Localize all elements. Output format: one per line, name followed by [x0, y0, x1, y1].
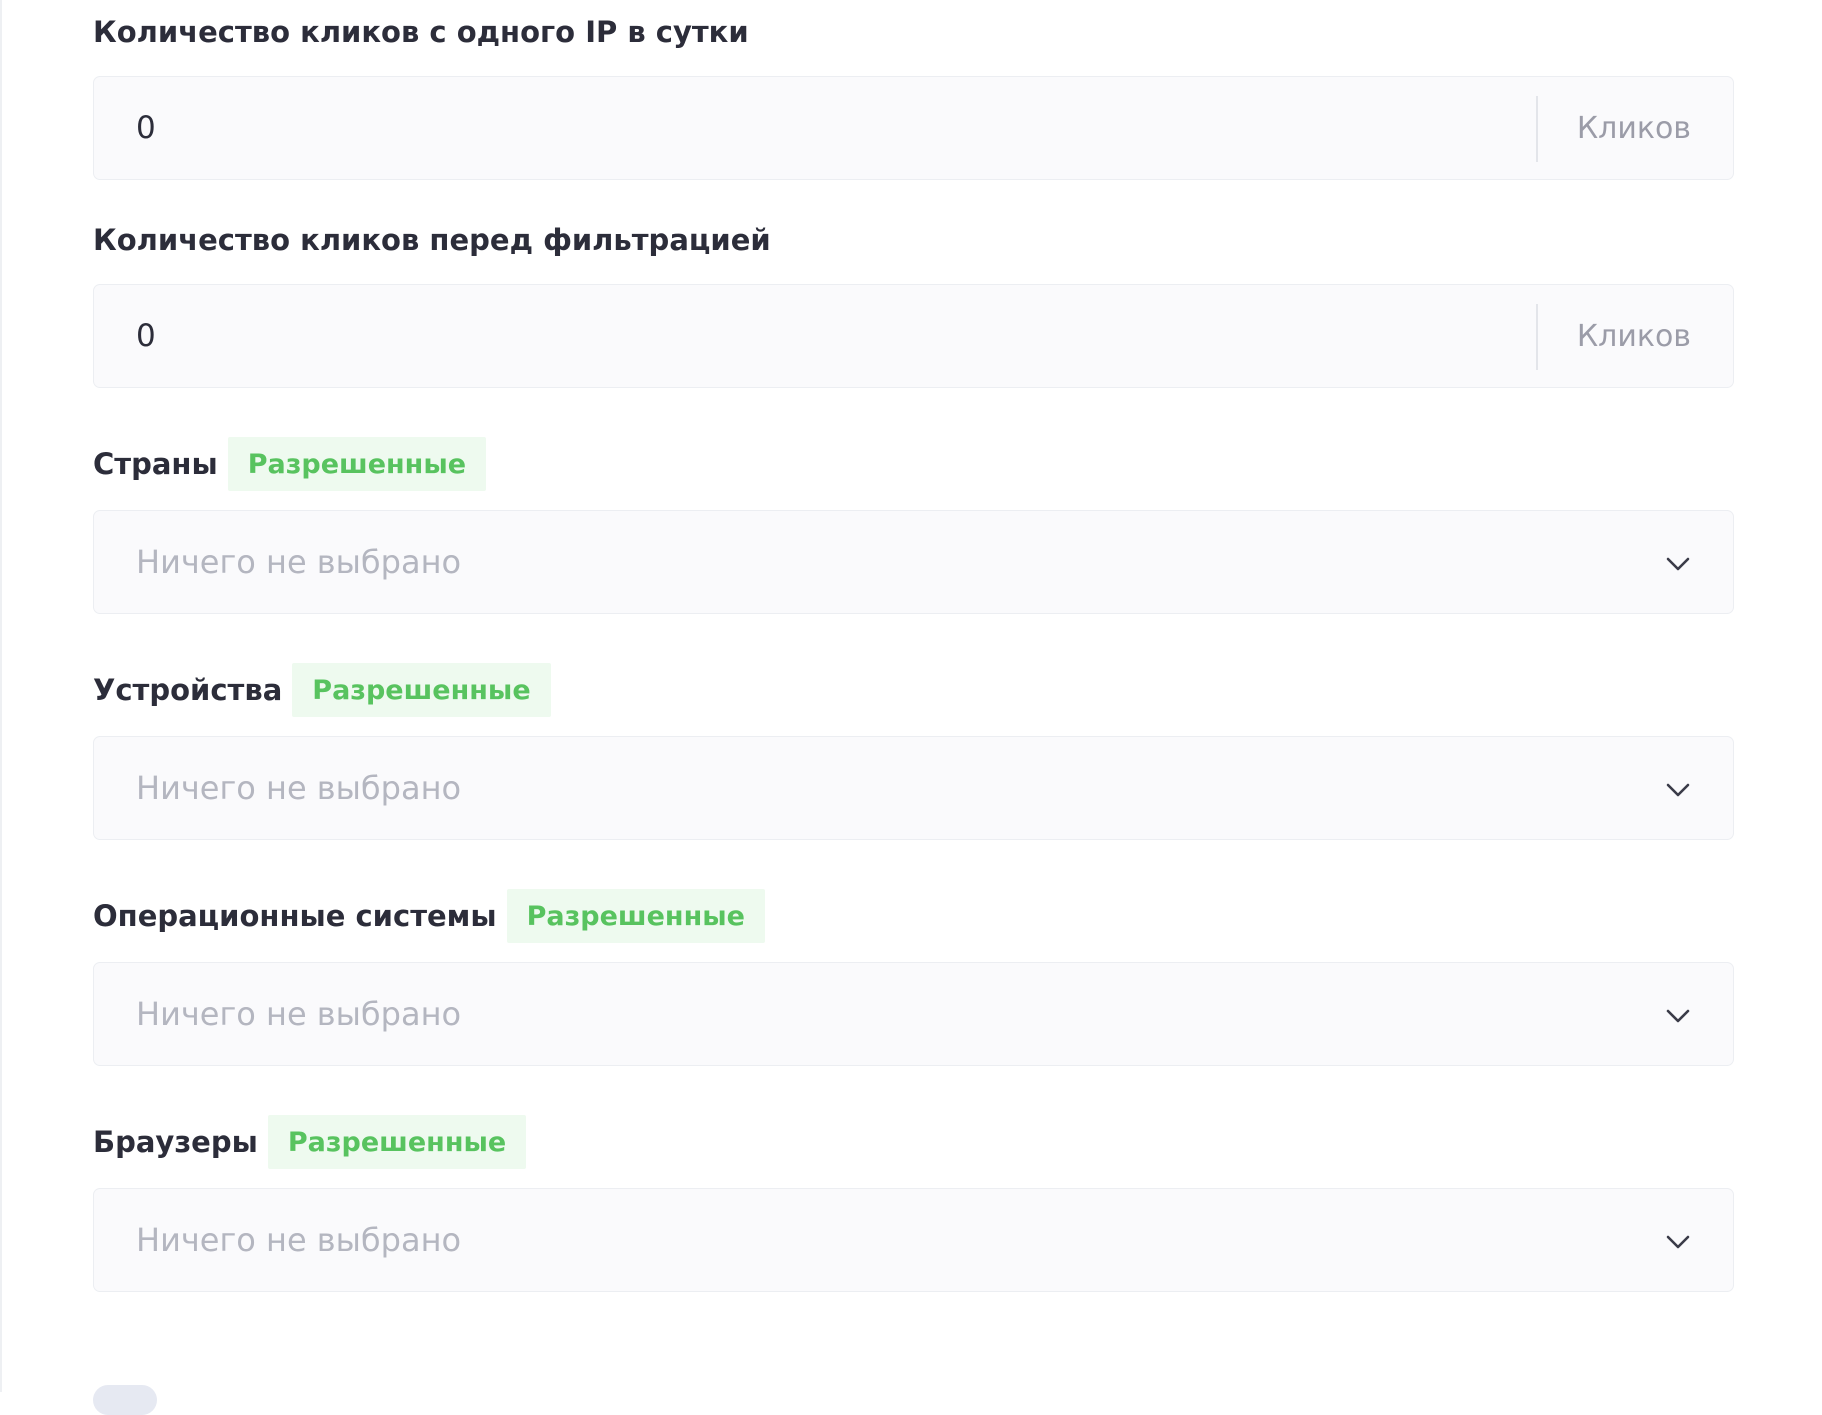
browsers-allowed-badge[interactable]: Разрешенные — [267, 1115, 527, 1169]
chevron-down-icon[interactable] — [1663, 1227, 1693, 1257]
devices-allowed-badge[interactable]: Разрешенные — [292, 663, 551, 717]
os-label-row: Операционные системы Разрешенные — [93, 888, 765, 944]
countries-label-row: Страны Разрешенные — [93, 436, 487, 492]
input-divider — [1536, 96, 1538, 162]
chevron-down-icon[interactable] — [1663, 1001, 1693, 1031]
clicks-per-ip-input[interactable]: 0 Кликов — [93, 76, 1734, 180]
os-allowed-badge[interactable]: Разрешенные — [506, 889, 765, 943]
countries-select-placeholder: Ничего не выбрано — [136, 543, 462, 581]
clicks-per-ip-label: Количество кликов с одного IP в сутки — [93, 15, 749, 49]
os-label: Операционные системы — [93, 899, 497, 933]
clicks-before-filter-value[interactable]: 0 — [136, 318, 156, 354]
countries-label: Страны — [93, 447, 218, 481]
clicks-before-filter-label-row: Количество кликов перед фильтрацией — [93, 212, 771, 268]
input-divider — [1536, 304, 1538, 370]
chevron-down-icon[interactable] — [1663, 549, 1693, 579]
os-select[interactable]: Ничего не выбрано — [93, 962, 1734, 1066]
clicks-unit-label: Кликов — [1576, 110, 1691, 146]
devices-label-row: Устройства Разрешенные — [93, 662, 551, 718]
devices-label: Устройства — [93, 673, 283, 707]
browsers-label: Браузеры — [93, 1125, 258, 1159]
chevron-down-icon[interactable] — [1663, 775, 1693, 805]
clicks-before-filter-input[interactable]: 0 Кликов — [93, 284, 1734, 388]
os-select-placeholder: Ничего не выбрано — [136, 995, 462, 1033]
browsers-select-placeholder: Ничего не выбрано — [136, 1221, 462, 1259]
countries-allowed-badge[interactable]: Разрешенные — [227, 437, 487, 491]
browsers-label-row: Браузеры Разрешенные — [93, 1114, 527, 1170]
clicks-per-ip-value[interactable]: 0 — [136, 110, 156, 146]
devices-select[interactable]: Ничего не выбрано — [93, 736, 1734, 840]
panel-left-border — [0, 0, 2, 1392]
clicks-per-ip-label-row: Количество кликов с одного IP в сутки — [93, 4, 749, 60]
toggle-switch[interactable] — [93, 1385, 157, 1415]
browsers-select[interactable]: Ничего не выбрано — [93, 1188, 1734, 1292]
clicks-before-filter-label: Количество кликов перед фильтрацией — [93, 223, 771, 257]
countries-select[interactable]: Ничего не выбрано — [93, 510, 1734, 614]
devices-select-placeholder: Ничего не выбрано — [136, 769, 462, 807]
clicks-unit-label: Кликов — [1576, 318, 1691, 354]
